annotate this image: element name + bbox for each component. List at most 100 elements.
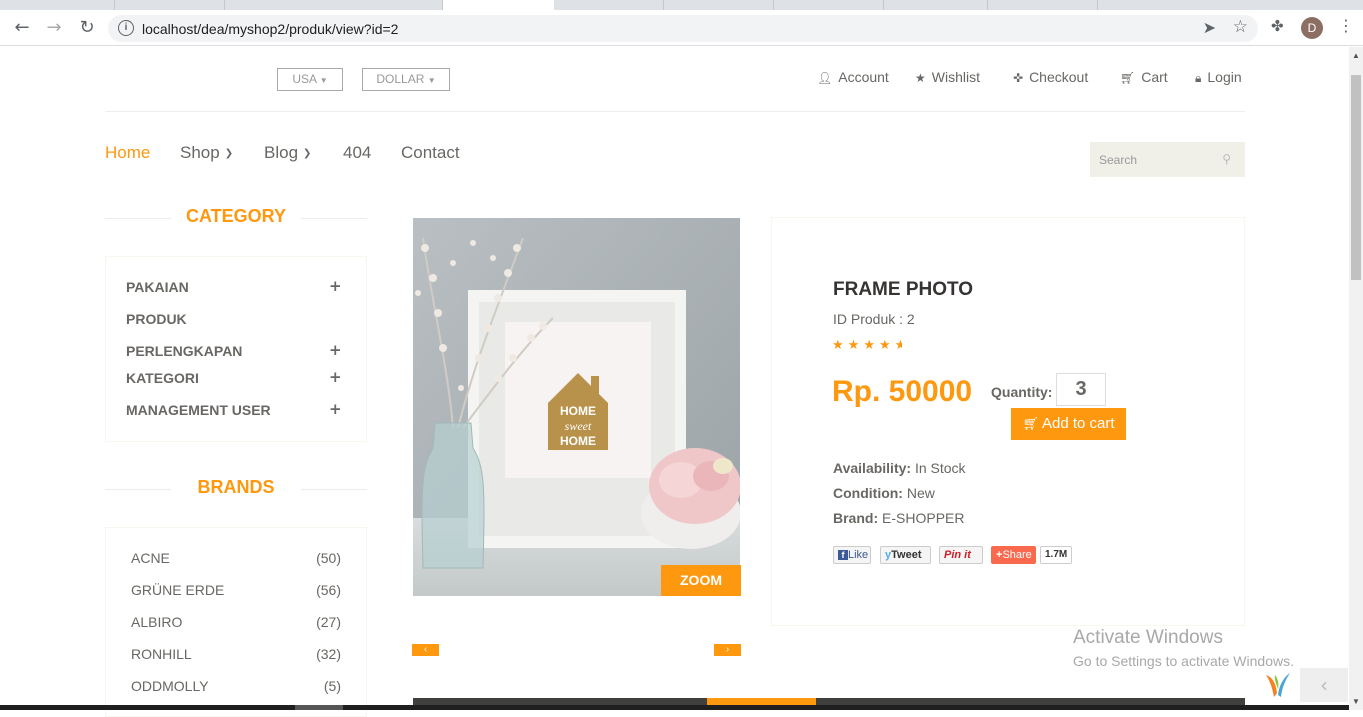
browser-tab[interactable]: [774, 0, 884, 10]
product-title: FRAME PHOTO: [833, 279, 974, 300]
checkout-link[interactable]: ✜ Checkout: [1013, 69, 1088, 85]
page-scrollbar[interactable]: ▲ ▼: [1349, 47, 1363, 710]
condition-row: Condition: New: [833, 485, 935, 501]
category-item-pakaian[interactable]: PAKAIAN: [126, 279, 189, 295]
heading-line: [301, 489, 367, 490]
nav-blog[interactable]: Blog ❯: [264, 143, 311, 163]
expand-plus-icon[interactable]: +: [329, 341, 342, 359]
address-url[interactable]: localhost/dea/myshop2/produk/view?id=2: [142, 21, 398, 37]
heading-line: [301, 218, 367, 219]
wishlist-link-label: Wishlist: [931, 69, 980, 85]
nav-home[interactable]: Home: [105, 143, 150, 163]
brand-item-name[interactable]: ACNE: [131, 550, 170, 566]
forward-icon[interactable]: →: [42, 17, 66, 39]
activate-windows-title: Activate Windows: [1073, 627, 1223, 648]
category-item-perlengkapan[interactable]: PERLENGKAPAN: [126, 343, 242, 359]
tab-strip: [0, 0, 1363, 10]
facebook-like-label: Like: [848, 549, 869, 561]
search-icon[interactable]: ⚲: [1222, 152, 1231, 166]
browser-tab[interactable]: [554, 0, 664, 10]
search-input[interactable]: [1090, 142, 1215, 177]
currency-select[interactable]: DOLLAR ▼: [362, 68, 450, 91]
extensions-icon[interactable]: ✤: [1271, 17, 1284, 35]
availability-value: In Stock: [914, 460, 966, 476]
image-text-home: HOME: [560, 404, 596, 418]
brand-item-name[interactable]: RONHILL: [131, 646, 192, 662]
reload-icon[interactable]: ↻: [75, 17, 99, 39]
brand-item-name[interactable]: ALBIRO: [131, 614, 182, 630]
star-icon: ★: [863, 338, 879, 353]
user-icon: 👤︎: [817, 71, 833, 85]
browser-toolbar: ← → ↻ i localhost/dea/myshop2/produk/vie…: [0, 10, 1363, 46]
browser-tab-active[interactable]: [443, 0, 554, 10]
star-icon: ★: [832, 338, 848, 353]
browser-tab[interactable]: [664, 0, 774, 10]
heading-line: [105, 489, 171, 490]
zoom-button[interactable]: ZOOM: [661, 565, 741, 596]
site-info-icon[interactable]: i: [118, 20, 134, 36]
rating-stars: ★★★★★: [832, 338, 902, 353]
expand-plus-icon[interactable]: +: [329, 368, 342, 386]
account-link[interactable]: 👤︎ Account: [817, 69, 889, 85]
product-price: Rp. 50000: [832, 375, 973, 408]
star-icon: ★: [878, 338, 895, 353]
frame-photo-illustration: HOME sweet HOME: [413, 218, 740, 596]
taskbar-item[interactable]: [295, 705, 343, 710]
cart-link-label: Cart: [1141, 69, 1168, 85]
tweet-button[interactable]: yTweet: [880, 546, 931, 564]
availability-label: Availability:: [833, 460, 912, 476]
star-half-icon: ★: [895, 338, 902, 353]
nav-contact[interactable]: Contact: [401, 143, 460, 163]
add-to-cart-button[interactable]: 🛒︎ Add to cart: [1011, 408, 1126, 440]
scroll-up-icon[interactable]: ▲: [1352, 51, 1360, 60]
category-item-management-user[interactable]: MANAGEMENT USER: [126, 402, 271, 418]
nav-404[interactable]: 404: [343, 143, 371, 163]
condition-label: Condition:: [833, 485, 903, 501]
scroll-up-button[interactable]: ‹: [1300, 668, 1348, 702]
browser-tab[interactable]: [988, 0, 1098, 10]
product-image[interactable]: HOME sweet HOME: [413, 218, 740, 596]
star-icon: ★: [915, 71, 926, 85]
browser-tab[interactable]: [884, 0, 988, 10]
profile-avatar[interactable]: D: [1301, 17, 1323, 39]
checkout-link-label: Checkout: [1029, 69, 1089, 85]
scrollbar-thumb[interactable]: [1351, 75, 1361, 280]
category-item-kategori[interactable]: KATEGORI: [126, 370, 199, 386]
category-title: CATEGORY: [185, 206, 286, 226]
scroll-down-icon[interactable]: ▼: [1352, 697, 1360, 706]
browser-tab[interactable]: [115, 0, 225, 10]
back-icon[interactable]: ←: [10, 17, 34, 39]
caret-down-icon: ▼: [319, 76, 328, 85]
browser-tab[interactable]: [225, 0, 443, 10]
brand-value: E-SHOPPER: [882, 510, 965, 526]
carousel-next-button[interactable]: ›: [714, 644, 741, 656]
carousel-prev-button[interactable]: ‹: [412, 644, 439, 656]
bookmark-star-icon[interactable]: ☆: [1233, 17, 1248, 37]
activate-windows-subtitle: Go to Settings to activate Windows.: [1073, 653, 1294, 669]
shopping-cart-icon: 🛒︎: [1120, 71, 1136, 85]
category-item-produk[interactable]: PRODUK: [126, 311, 187, 327]
chevron-down-icon: ❯: [303, 148, 312, 159]
brand-item-name[interactable]: ODDMOLLY: [131, 678, 209, 694]
address-bar[interactable]: i localhost/dea/myshop2/produk/view?id=2…: [108, 15, 1258, 42]
wishlist-link[interactable]: ★ Wishlist: [915, 69, 980, 85]
country-select[interactable]: USA ▼: [277, 68, 343, 91]
send-icon[interactable]: ➤: [1203, 18, 1216, 37]
browser-tab[interactable]: [0, 0, 115, 10]
browser-menu-icon[interactable]: ⋮: [1338, 16, 1354, 35]
addthis-share-button[interactable]: +Share: [991, 546, 1036, 564]
heading-line: [105, 218, 171, 219]
expand-plus-icon[interactable]: +: [329, 400, 342, 418]
chevron-down-icon: ❯: [224, 148, 234, 159]
facebook-like-button[interactable]: f Like: [833, 546, 871, 564]
expand-plus-icon[interactable]: +: [329, 277, 342, 295]
login-link[interactable]: 🔒︎ Login: [1195, 69, 1242, 86]
quantity-input[interactable]: [1056, 373, 1106, 406]
quantity-label: Quantity:: [991, 384, 1053, 400]
nav-shop[interactable]: Shop ❯: [180, 143, 233, 163]
account-link-label: Account: [838, 69, 889, 85]
brand-item-count: (32): [316, 646, 341, 662]
cart-link[interactable]: 🛒︎ Cart: [1120, 69, 1168, 85]
brand-item-name[interactable]: GRÜNE ERDE: [131, 582, 224, 598]
pinterest-button[interactable]: Pin it: [939, 546, 983, 564]
